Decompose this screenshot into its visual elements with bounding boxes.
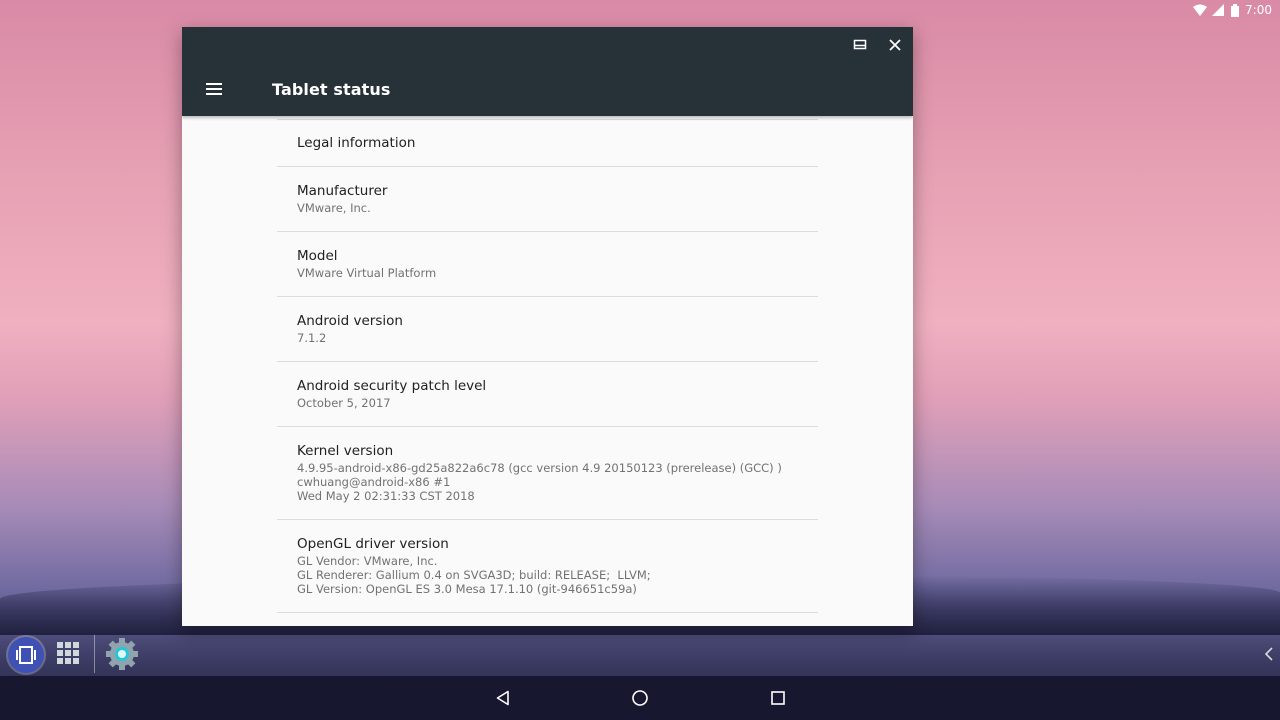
gear-icon bbox=[106, 638, 138, 670]
window-titlebar[interactable] bbox=[182, 27, 913, 62]
pref-title: Model bbox=[297, 248, 338, 264]
settings-window: Tablet status Legal information Manufact… bbox=[182, 27, 913, 626]
pref-opengl-driver-version[interactable]: OpenGL driver version GL Vendor: VMware,… bbox=[277, 520, 818, 613]
home-button[interactable] bbox=[628, 686, 652, 710]
signal-icon bbox=[1212, 3, 1225, 17]
page-title: Tablet status bbox=[272, 79, 391, 99]
pref-summary: 4.9.95-android-x86-gd25a822a6c78 (gcc ve… bbox=[297, 461, 782, 503]
taskbar-expand-button[interactable] bbox=[1262, 645, 1276, 663]
window-close-button[interactable] bbox=[885, 35, 905, 55]
pref-summary: VMware, Inc. bbox=[297, 201, 371, 215]
pref-model[interactable]: Model VMware Virtual Platform bbox=[277, 232, 818, 297]
hamburger-menu-icon bbox=[206, 83, 222, 95]
wifi-icon bbox=[1193, 4, 1208, 17]
pref-title: Manufacturer bbox=[297, 183, 388, 199]
pref-summary: VMware Virtual Platform bbox=[297, 266, 437, 280]
navigation-menu-button[interactable] bbox=[204, 79, 224, 99]
taskbar bbox=[0, 631, 1280, 676]
navigation-bar bbox=[0, 676, 1280, 720]
window-maximize-icon bbox=[853, 39, 867, 50]
pref-title: Legal information bbox=[297, 135, 416, 151]
overview-button[interactable] bbox=[8, 637, 44, 673]
pref-summary: 7.1.2 bbox=[297, 331, 327, 345]
close-icon bbox=[889, 39, 901, 51]
taskbar-divider bbox=[94, 635, 95, 673]
pref-legal-information[interactable]: Legal information bbox=[277, 119, 818, 167]
settings-app-button[interactable] bbox=[104, 636, 140, 672]
pref-android-version[interactable]: Android version 7.1.2 bbox=[277, 297, 818, 362]
back-button[interactable] bbox=[491, 686, 515, 710]
pref-security-patch-level[interactable]: Android security patch level October 5, … bbox=[277, 362, 818, 427]
app-bar: Tablet status bbox=[182, 62, 913, 116]
preference-list-container[interactable]: Legal information Manufacturer VMware, I… bbox=[182, 116, 913, 626]
back-triangle-icon bbox=[496, 690, 509, 706]
battery-icon bbox=[1231, 3, 1240, 17]
pref-title: Android version bbox=[297, 313, 403, 329]
apps-grid-icon bbox=[57, 642, 79, 664]
status-time: 7:00 bbox=[1245, 3, 1272, 17]
status-bar: 7:00 bbox=[1193, 0, 1280, 20]
home-circle-icon bbox=[632, 690, 648, 706]
chevron-left-icon bbox=[1265, 647, 1273, 661]
recents-button[interactable] bbox=[766, 686, 790, 710]
recents-square-icon bbox=[771, 691, 785, 705]
pref-summary: GL Vendor: VMware, Inc. GL Renderer: Gal… bbox=[297, 554, 651, 596]
pref-title: Kernel version bbox=[297, 443, 394, 459]
pref-manufacturer[interactable]: Manufacturer VMware, Inc. bbox=[277, 167, 818, 232]
pref-title: Android security patch level bbox=[297, 378, 487, 394]
app-drawer-button[interactable] bbox=[55, 640, 81, 666]
pref-title: OpenGL driver version bbox=[297, 536, 449, 552]
overview-icon bbox=[16, 646, 36, 664]
window-maximize-button[interactable] bbox=[850, 35, 870, 55]
pref-summary: October 5, 2017 bbox=[297, 396, 391, 410]
pref-kernel-version[interactable]: Kernel version 4.9.95-android-x86-gd25a8… bbox=[277, 427, 818, 520]
preference-list: Legal information Manufacturer VMware, I… bbox=[277, 119, 818, 613]
